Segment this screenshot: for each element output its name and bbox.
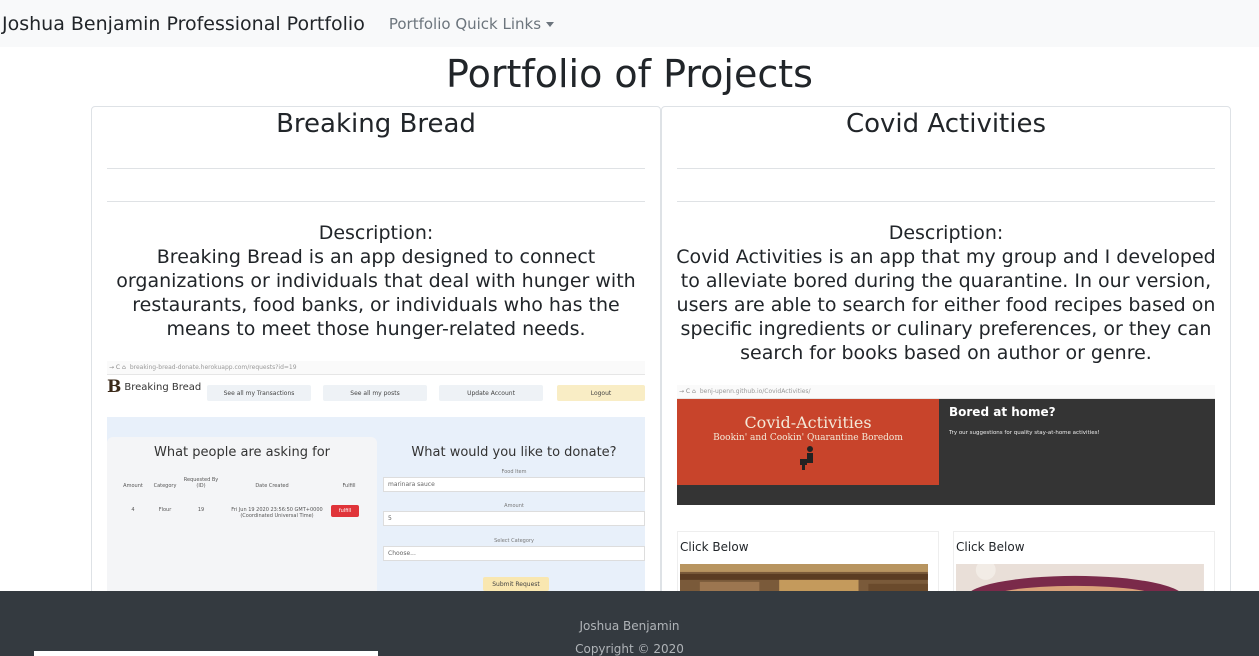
click-below-label: Click Below: [680, 540, 749, 554]
requests-heading: What people are asking for: [153, 445, 331, 460]
footer-name: Joshua Benjamin: [579, 619, 680, 633]
table-header: Fulfill: [342, 483, 356, 489]
requests-panel: What people are asking for Amount Catego…: [107, 437, 377, 595]
table-header: Category: [153, 483, 177, 489]
page-title: Portfolio of Projects: [446, 52, 813, 96]
project-screenshot[interactable]: → C ⌂ benj-upenn.github.io/CovidActiviti…: [677, 385, 1215, 595]
banner-title: Covid-Activities: [744, 413, 872, 432]
table-cell: 19: [197, 507, 205, 513]
cooking-person-icon: [800, 446, 813, 470]
field-label: Amount: [504, 503, 524, 509]
project-card-covid-activities: Covid Activities Description: Covid Acti…: [661, 106, 1231, 596]
suggestion-text: Try our suggestions for quality stay-at-…: [949, 430, 1100, 436]
logout-button: Logout: [557, 385, 645, 401]
banner-subtitle: Bookin' and Cookin' Quarantine Boredom: [713, 433, 903, 443]
table-cell: 4: [131, 507, 135, 513]
description-heading: Description:: [888, 222, 1004, 244]
app-logo-text: Breaking Bread: [124, 381, 202, 393]
category-select: Choose...: [383, 546, 645, 561]
donate-panel: What would you like to donate? Food Item…: [383, 437, 645, 595]
logo-icon: B: [107, 377, 122, 397]
table-header: Amount: [123, 483, 143, 489]
project-title: Breaking Bread: [276, 109, 476, 139]
food-item-input: marinara sauce: [383, 477, 645, 492]
activity-card-recipes: Click Below: [953, 531, 1215, 595]
project-card-breaking-bread: Breaking Bread Description: Breaking Bre…: [91, 106, 661, 596]
divider: [677, 168, 1215, 169]
transactions-button: See all my Transactions: [207, 385, 311, 401]
description-text: Breaking Bread is an app designed to con…: [116, 246, 636, 340]
bottom-strip: [34, 651, 378, 656]
browser-nav-icon: → C ⌂: [679, 388, 696, 395]
table-cell: Fri Jun 19 2020 23:56:50 GMT+0000 (Coord…: [231, 507, 323, 519]
activity-card-books: Click Below: [677, 531, 939, 595]
quick-links-label: Portfolio Quick Links: [388, 14, 542, 33]
donate-heading: What would you like to donate?: [411, 445, 617, 460]
divider: [107, 201, 645, 202]
click-below-label: Click Below: [956, 540, 1025, 554]
quick-links-dropdown[interactable]: Portfolio Quick Links: [388, 14, 555, 33]
table-cell: Flour: [158, 507, 172, 513]
footer: Joshua Benjamin Copyright © 2020: [0, 591, 1259, 656]
table-header: Requested By (ID): [183, 477, 219, 489]
field-label: Food Item: [501, 469, 527, 475]
update-account-button: Update Account: [439, 385, 543, 401]
description-text: Covid Activities is an app that my group…: [676, 246, 1216, 364]
project-description: Description: Covid Activities is an app …: [672, 221, 1220, 365]
bored-heading: Bored at home?: [949, 405, 1056, 419]
divider: [107, 168, 645, 169]
app-logo: B Breaking Bread: [107, 377, 207, 397]
table-header: Date Created: [255, 483, 289, 489]
description-heading: Description:: [318, 222, 434, 244]
submit-request-button: Submit Request: [483, 577, 549, 591]
field-label: Select Category: [494, 538, 534, 544]
browser-url-bar: → C ⌂ breaking-bread-donate.herokuapp.co…: [107, 361, 645, 375]
browser-nav-icon: → C ⌂: [109, 364, 126, 371]
posts-button: See all my posts: [323, 385, 427, 401]
app-hero: Covid-Activities Bookin' and Cookin' Qua…: [677, 399, 1215, 505]
project-description: Description: Breaking Bread is an app de…: [102, 221, 650, 341]
app-body: What people are asking for Amount Catego…: [107, 417, 645, 595]
project-title: Covid Activities: [845, 109, 1047, 139]
fulfill-button: fulfill: [331, 505, 359, 517]
app-banner: Covid-Activities Bookin' and Cookin' Qua…: [677, 399, 939, 485]
caret-down-icon: [546, 21, 555, 27]
browser-url-bar: → C ⌂ benj-upenn.github.io/CovidActiviti…: [677, 385, 1215, 399]
browser-url: benj-upenn.github.io/CovidActivities/: [699, 388, 811, 395]
amount-input: 5: [383, 511, 645, 526]
project-screenshot[interactable]: → C ⌂ breaking-bread-donate.herokuapp.co…: [107, 361, 645, 595]
navbar: Joshua Benjamin Professional Portfolio P…: [0, 0, 1259, 47]
navbar-brand[interactable]: Joshua Benjamin Professional Portfolio: [0, 13, 365, 35]
browser-url: breaking-bread-donate.herokuapp.com/requ…: [129, 364, 297, 371]
divider: [677, 201, 1215, 202]
